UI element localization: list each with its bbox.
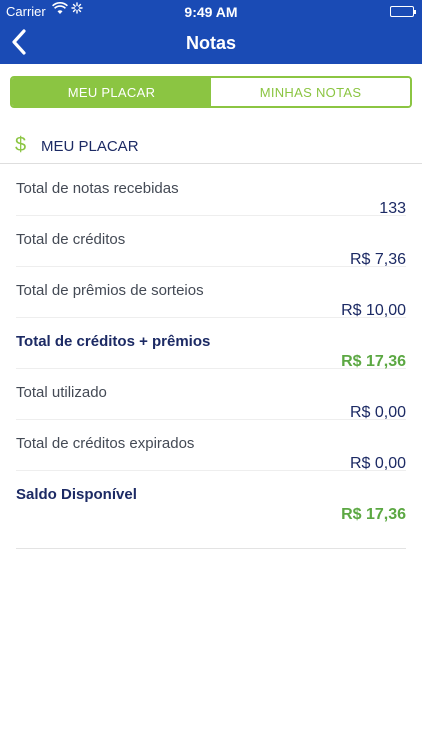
status-bar: Carrier 9:49 AM <box>0 0 422 22</box>
battery-icon <box>390 6 416 17</box>
list-item: Total de notas recebidas 133 <box>16 165 406 217</box>
section-header: $ MEU PLACAR <box>0 128 422 164</box>
list-item: Total de créditos + prêmios R$ 17,36 <box>16 318 406 370</box>
section-title: MEU PLACAR <box>41 138 139 155</box>
row-label: Total de prêmios de sorteios <box>16 282 204 299</box>
list-item: Total utilizado R$ 0,00 <box>16 369 406 421</box>
tab-minhas-notas[interactable]: MINHAS NOTAS <box>211 78 410 106</box>
row-value: R$ 17,36 <box>341 506 406 523</box>
row-label: Saldo Disponível <box>16 486 137 503</box>
row-label: Total de notas recebidas <box>16 180 179 197</box>
row-label: Total utilizado <box>16 384 107 401</box>
list-item: Total de prêmios de sorteios R$ 10,00 <box>16 267 406 319</box>
row-label: Total de créditos expirados <box>16 435 195 452</box>
status-time: 9:49 AM <box>184 4 238 20</box>
segmented-tabs: MEU PLACAR MINHAS NOTAS <box>10 76 412 108</box>
dollar-icon: $ <box>15 134 27 156</box>
list-item: Total de créditos R$ 7,36 <box>16 216 406 268</box>
list-item: Saldo Disponível R$ 17,36 <box>16 471 406 549</box>
row-label: Total de créditos + prêmios <box>16 333 211 350</box>
page-title: Notas <box>185 33 236 53</box>
row-label: Total de créditos <box>16 231 126 248</box>
top-bar: Carrier 9:49 AM Notas <box>0 0 422 64</box>
list-item: Total de créditos expirados R$ 0,00 <box>16 420 406 472</box>
tab-meu-placar[interactable]: MEU PLACAR <box>12 78 211 106</box>
summary-list: Total de notas recebidas 133 Total de cr… <box>16 165 406 549</box>
